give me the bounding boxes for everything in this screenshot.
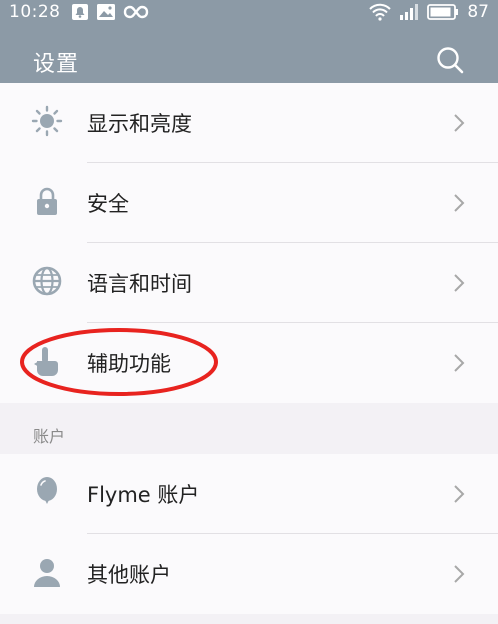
hand-pointer-icon — [34, 347, 58, 376]
chevron-right-icon — [454, 274, 465, 292]
image-icon — [96, 4, 115, 20]
wifi-icon — [369, 3, 392, 21]
status-time: 10:28 — [9, 2, 61, 22]
signal-icon — [400, 4, 419, 20]
battery-icon — [427, 4, 459, 20]
accounts-list: Flyme 账户 其他账户 — [0, 454, 498, 614]
settings-item-language-time[interactable]: 语言和时间 — [0, 243, 498, 323]
settings-item-label: 辅助功能 — [87, 352, 171, 376]
settings-item-security[interactable]: 安全 — [0, 163, 498, 243]
balloon-icon — [37, 477, 57, 504]
section-header-accounts: 账户 — [0, 406, 498, 454]
notification-icon — [71, 4, 88, 20]
settings-item-label: 语言和时间 — [87, 272, 192, 296]
search-icon[interactable] — [436, 46, 464, 74]
settings-item-other-accounts[interactable]: 其他账户 — [0, 534, 498, 614]
settings-list: 显示和亮度 安全 语言和时间 辅助功能 — [0, 83, 498, 403]
page-title: 设置 — [33, 52, 80, 77]
settings-item-label: 安全 — [87, 192, 129, 216]
brightness-icon — [31, 105, 63, 137]
settings-item-accessibility[interactable]: 辅助功能 — [0, 323, 498, 403]
chevron-right-icon — [454, 194, 465, 212]
globe-icon — [32, 266, 62, 296]
person-icon — [34, 559, 60, 587]
section-header-label: 账户 — [33, 427, 66, 446]
settings-item-label: 其他账户 — [87, 563, 171, 587]
chevron-right-icon — [454, 485, 465, 503]
settings-item-display[interactable]: 显示和亮度 — [0, 83, 498, 163]
chevron-right-icon — [454, 354, 465, 372]
status-bar: 10:28 87 — [0, 0, 498, 24]
settings-item-label: Flyme 账户 — [87, 483, 200, 507]
infinity-icon — [123, 5, 148, 19]
battery-level: 87 — [467, 2, 489, 22]
settings-item-label: 显示和亮度 — [87, 112, 192, 136]
settings-item-flyme-account[interactable]: Flyme 账户 — [0, 454, 498, 534]
chevron-right-icon — [454, 114, 465, 132]
chevron-right-icon — [454, 565, 465, 583]
lock-icon — [37, 187, 57, 215]
